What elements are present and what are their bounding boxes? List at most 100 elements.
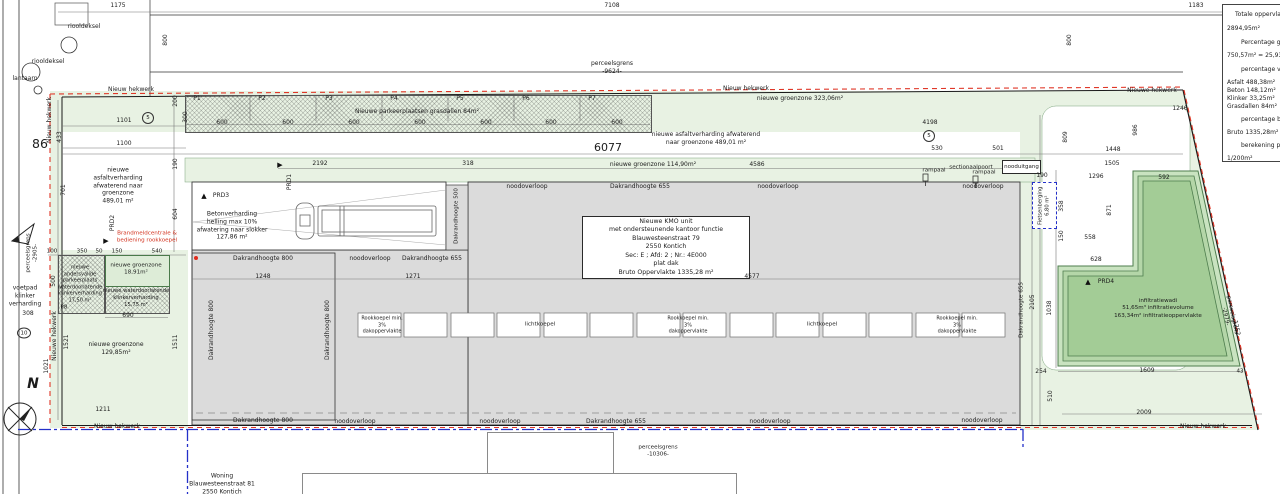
- dim-530: 530: [931, 145, 942, 153]
- prd4-label: PRD4: [1098, 278, 1114, 286]
- dim-510: 510: [1047, 390, 1055, 401]
- concrete-ramp-note: Betonverharding helling max 10% afwateri…: [197, 210, 268, 241]
- neighbour-structure: [487, 432, 614, 475]
- bike-storage-box: Fietsenberging 6,80 m²: [1032, 182, 1057, 229]
- parcel-boundary-10306: perceelsgrens -10306-: [638, 445, 677, 460]
- dim-800-right: 800: [1066, 34, 1074, 45]
- table-row-asfalt: Asfalt 488,38m²: [1227, 79, 1275, 86]
- dim-809: 809: [1062, 131, 1070, 142]
- dim-1521: 1521: [63, 334, 71, 349]
- ref-5-label: 5: [927, 133, 931, 139]
- site-plan: Nieuwe KMO unit met ondersteunende kanto…: [0, 0, 1280, 494]
- table-row-header-parking: berekening par: [1241, 142, 1280, 149]
- prd2-label: PRD2: [109, 215, 117, 231]
- green-zone-114-label: nieuwe groenzone 114,90m²: [610, 161, 696, 169]
- ref-10-label: 10: [21, 330, 28, 336]
- bike-storage-label: Fietsenberging 6,80 m²: [1038, 186, 1052, 224]
- prd1-label: PRD1: [286, 174, 294, 190]
- dim-1211: 1211: [95, 406, 110, 414]
- roof-label-bottom-1: Dakrandhoogte 800: [233, 417, 293, 425]
- dim-600-3: 600: [348, 119, 359, 127]
- dim-1175: 1175: [110, 2, 125, 10]
- kmo-info-text: Nieuwe KMO unit met ondersteunende kanto…: [609, 218, 723, 277]
- parking-spot-p5: P5: [456, 95, 463, 103]
- skylight-label-2: lichtkoepel: [525, 321, 555, 328]
- dim-871: 871: [1106, 204, 1114, 215]
- dim-4586: 4586: [749, 161, 764, 169]
- dim-800-left: 800: [162, 34, 170, 45]
- dim-308: 308: [22, 310, 33, 318]
- roof-label-bottom-2: noodoverloop: [334, 418, 375, 426]
- ref-circle-5a: 5: [142, 112, 154, 124]
- prd3-marker-icon: ▲: [201, 192, 206, 200]
- klinker-15-label: nieuwe waterdoorlatende klinkerverhardin…: [103, 288, 169, 308]
- emergency-exit-box: nooduitgang: [1002, 160, 1041, 174]
- dakrand-500-label: Dakrandhoogte 500: [453, 188, 460, 244]
- fire-panel-note: Brandmeldcentrale & bediening rookkoepel: [117, 231, 177, 246]
- dim-300: 300: [182, 111, 190, 122]
- dim-604: 604: [172, 208, 180, 219]
- neighbour-house-label: Woning Blauwesteenstraat 81 2550 Kontich: [189, 472, 255, 494]
- dim-1296: 1296: [1088, 173, 1103, 181]
- dim-1511: 1511: [172, 334, 180, 349]
- dakrand-800-v1: Dakrandhoogte 800: [208, 300, 216, 360]
- table-row-green-value: 750,57m² = 25,93%: [1227, 52, 1280, 59]
- neighbour-building: [302, 473, 737, 494]
- parcel-boundary-2905: perceelsgrens -2905-: [26, 233, 41, 272]
- dim-1021: 1021: [43, 358, 51, 373]
- infiltration-basin-note: infiltratiewadi 51,65m³ infiltratievolum…: [1114, 298, 1202, 320]
- parking-spot-p6: P6: [522, 95, 529, 103]
- parking-spot-p2: P2: [258, 95, 265, 103]
- dim-1248: 1248: [255, 273, 270, 281]
- dim-701: 701: [60, 184, 68, 195]
- roof-label-mid-3: Dakrandhoogte 655: [402, 255, 462, 263]
- dim-190-left: 190: [172, 158, 180, 169]
- roof-label-bottom-4: Dakrandhoogte 655: [586, 418, 646, 426]
- dim-43: 43: [1236, 368, 1243, 375]
- skylight-label-3: Rookkoepel min. 3% dakoppervlakte: [667, 315, 708, 335]
- dim-1100: 1100: [116, 140, 131, 148]
- fence-label-top-left: Nieuw hekwerk: [108, 86, 154, 94]
- dim-350: 350: [77, 248, 88, 255]
- dim-500: 500: [50, 275, 58, 286]
- roof-label-top-4: noodoverloop: [962, 183, 1003, 191]
- dim-600-4: 600: [414, 119, 425, 127]
- table-row-klinker: Klinker 33,25m²: [1227, 95, 1275, 102]
- prd1-flag-icon: ▶: [277, 161, 282, 169]
- fence-label-top-right: Nieuwe hekwerk: [1127, 87, 1177, 95]
- table-row-title: Totale oppervlakte: [1235, 11, 1280, 18]
- prd4-marker-icon: ▲: [1085, 278, 1090, 286]
- parcel-boundary-9624: perceelsgrens -9624-: [591, 60, 633, 76]
- dim-628: 628: [1090, 256, 1101, 264]
- dim-600-5: 600: [480, 119, 491, 127]
- dim-986: 986: [1132, 124, 1140, 135]
- fence-label-top-mid: Nieuw hekwerk: [723, 85, 769, 93]
- dim-1038: 1038: [1046, 300, 1054, 315]
- parking-area-label: Nieuwe parkeerplaatsen grasdallen 84m²: [355, 108, 479, 116]
- dim-1246: 1246: [1172, 105, 1187, 113]
- riooldeksel-label-1: riooldeksel: [68, 23, 101, 31]
- disabled-parking-label: nieuwe andersvalide parkeerplaats waterd…: [58, 265, 102, 304]
- skylight-label-5: Rookkoepel min. 3% dakoppervlakte: [936, 315, 977, 335]
- dim-600-2: 600: [282, 119, 293, 127]
- roof-label-mid-1: Dakrandhoogte 800: [233, 255, 293, 263]
- dim-254: 254: [1035, 368, 1046, 376]
- dim-600-6: 600: [545, 119, 556, 127]
- bollard-label-2: rampaal: [972, 169, 995, 176]
- roof-drain-dot: [194, 256, 198, 260]
- dim-690: 690: [122, 312, 133, 320]
- dim-501: 501: [992, 145, 1003, 153]
- dim-2192: 2192: [312, 160, 327, 168]
- ref-5-label: 5: [146, 115, 150, 121]
- fence-label-left-v1: Nieuw hekwerk: [46, 97, 54, 143]
- dim-1609: 1609: [1139, 367, 1154, 375]
- dim-190-gate: 190: [1036, 172, 1047, 180]
- asphalt-note-left: nieuwe asfaltverharding afwaterend naar …: [93, 167, 142, 206]
- roof-label-mid-2: noodoverloop: [349, 255, 390, 263]
- parking-spot-p3: P3: [325, 95, 332, 103]
- dim-7108: 7108: [604, 2, 619, 10]
- dim-1505: 1505: [1104, 160, 1119, 168]
- dim-540: 540: [152, 248, 163, 255]
- table-row-header-paved: percentage verha: [1241, 66, 1280, 73]
- roof-label-bottom-3: noodoverloop: [479, 418, 520, 426]
